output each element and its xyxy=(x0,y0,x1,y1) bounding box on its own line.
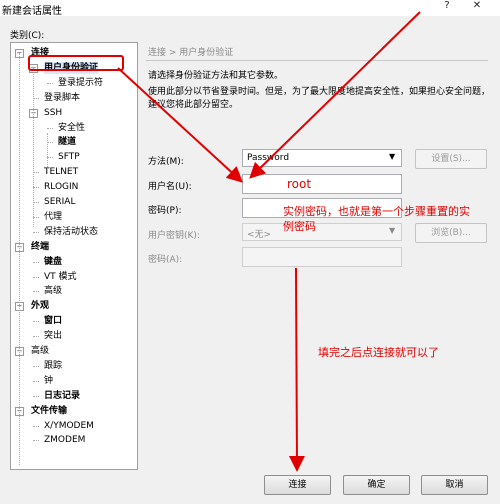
arrow-to-connect xyxy=(288,267,305,472)
cancel-button[interactable]: 取消 xyxy=(421,475,488,495)
connect-button[interactable]: 连接 xyxy=(264,475,331,495)
ok-button[interactable]: 确定 xyxy=(343,475,410,495)
password-note-line-2: 例密码 xyxy=(283,220,316,233)
annotation-arrows xyxy=(117,11,421,472)
final-note: 填完之后点连接就可以了 xyxy=(318,346,439,359)
arrow-to-username-top xyxy=(249,11,421,179)
arrow-to-username xyxy=(117,67,243,183)
password-note-line-1: 实例密码，也就是第一个步骤重置的实 xyxy=(283,205,470,218)
